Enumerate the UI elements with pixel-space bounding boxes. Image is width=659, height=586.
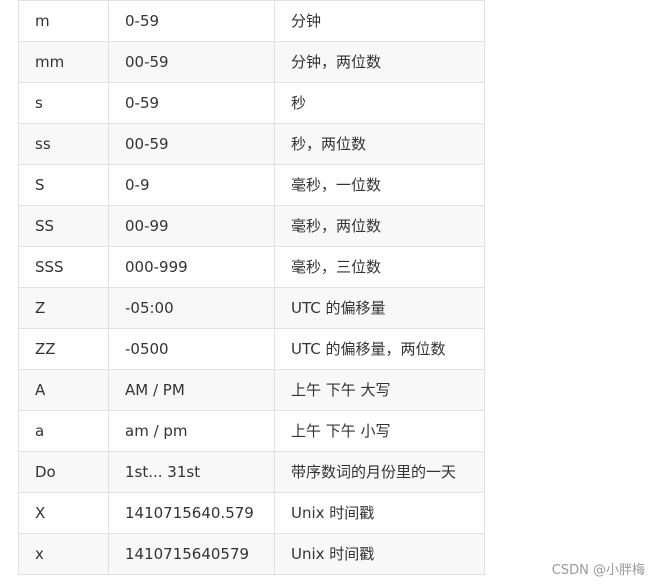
- token-cell: Z: [18, 287, 109, 329]
- table-row: ss 00-59 秒，两位数: [18, 123, 485, 165]
- description-cell: 秒: [274, 82, 485, 124]
- description-cell: UTC 的偏移量，两位数: [274, 328, 485, 370]
- table-row: A AM / PM 上午 下午 大写: [18, 369, 485, 411]
- output-cell: 000-999: [108, 246, 275, 288]
- description-cell: 分钟: [274, 0, 485, 42]
- output-cell: 1410715640.579: [108, 492, 275, 534]
- token-cell: ss: [18, 123, 109, 165]
- table-row: X 1410715640.579 Unix 时间戳: [18, 492, 485, 534]
- output-cell: 00-59: [108, 41, 275, 83]
- description-cell: 毫秒，一位数: [274, 164, 485, 206]
- token-cell: X: [18, 492, 109, 534]
- description-cell: 上午 下午 大写: [274, 369, 485, 411]
- table-row: Do 1st... 31st 带序数词的月份里的一天: [18, 451, 485, 493]
- description-cell: UTC 的偏移量: [274, 287, 485, 329]
- token-cell: ZZ: [18, 328, 109, 370]
- table-row: a am / pm 上午 下午 小写: [18, 410, 485, 452]
- output-cell: AM / PM: [108, 369, 275, 411]
- description-cell: 毫秒，两位数: [274, 205, 485, 247]
- watermark: CSDN @小胖梅: [551, 563, 645, 578]
- output-cell: 00-99: [108, 205, 275, 247]
- output-cell: 0-9: [108, 164, 275, 206]
- table-row: Z -05:00 UTC 的偏移量: [18, 287, 485, 329]
- token-cell: m: [18, 0, 109, 42]
- token-cell: Do: [18, 451, 109, 493]
- output-cell: -05:00: [108, 287, 275, 329]
- token-cell: SSS: [18, 246, 109, 288]
- table-row: SS 00-99 毫秒，两位数: [18, 205, 485, 247]
- output-cell: am / pm: [108, 410, 275, 452]
- format-token-table: m 0-59 分钟 mm 00-59 分钟，两位数 s 0-59 秒 ss 00…: [18, 0, 485, 575]
- description-cell: 带序数词的月份里的一天: [274, 451, 485, 493]
- token-cell: SS: [18, 205, 109, 247]
- description-cell: 毫秒，三位数: [274, 246, 485, 288]
- output-cell: 1410715640579: [108, 533, 275, 575]
- token-cell: mm: [18, 41, 109, 83]
- token-cell: a: [18, 410, 109, 452]
- description-cell: Unix 时间戳: [274, 492, 485, 534]
- output-cell: 00-59: [108, 123, 275, 165]
- token-cell: A: [18, 369, 109, 411]
- output-cell: -0500: [108, 328, 275, 370]
- table-row: s 0-59 秒: [18, 82, 485, 124]
- token-cell: x: [18, 533, 109, 575]
- token-cell: S: [18, 164, 109, 206]
- description-cell: 分钟，两位数: [274, 41, 485, 83]
- output-cell: 0-59: [108, 82, 275, 124]
- table-row: m 0-59 分钟: [18, 0, 485, 42]
- table-row: ZZ -0500 UTC 的偏移量，两位数: [18, 328, 485, 370]
- table-row: S 0-9 毫秒，一位数: [18, 164, 485, 206]
- output-cell: 0-59: [108, 0, 275, 42]
- table-row: SSS 000-999 毫秒，三位数: [18, 246, 485, 288]
- description-cell: 上午 下午 小写: [274, 410, 485, 452]
- description-cell: 秒，两位数: [274, 123, 485, 165]
- table-row: mm 00-59 分钟，两位数: [18, 41, 485, 83]
- output-cell: 1st... 31st: [108, 451, 275, 493]
- table-row: x 1410715640579 Unix 时间戳: [18, 533, 485, 575]
- token-cell: s: [18, 82, 109, 124]
- description-cell: Unix 时间戳: [274, 533, 485, 575]
